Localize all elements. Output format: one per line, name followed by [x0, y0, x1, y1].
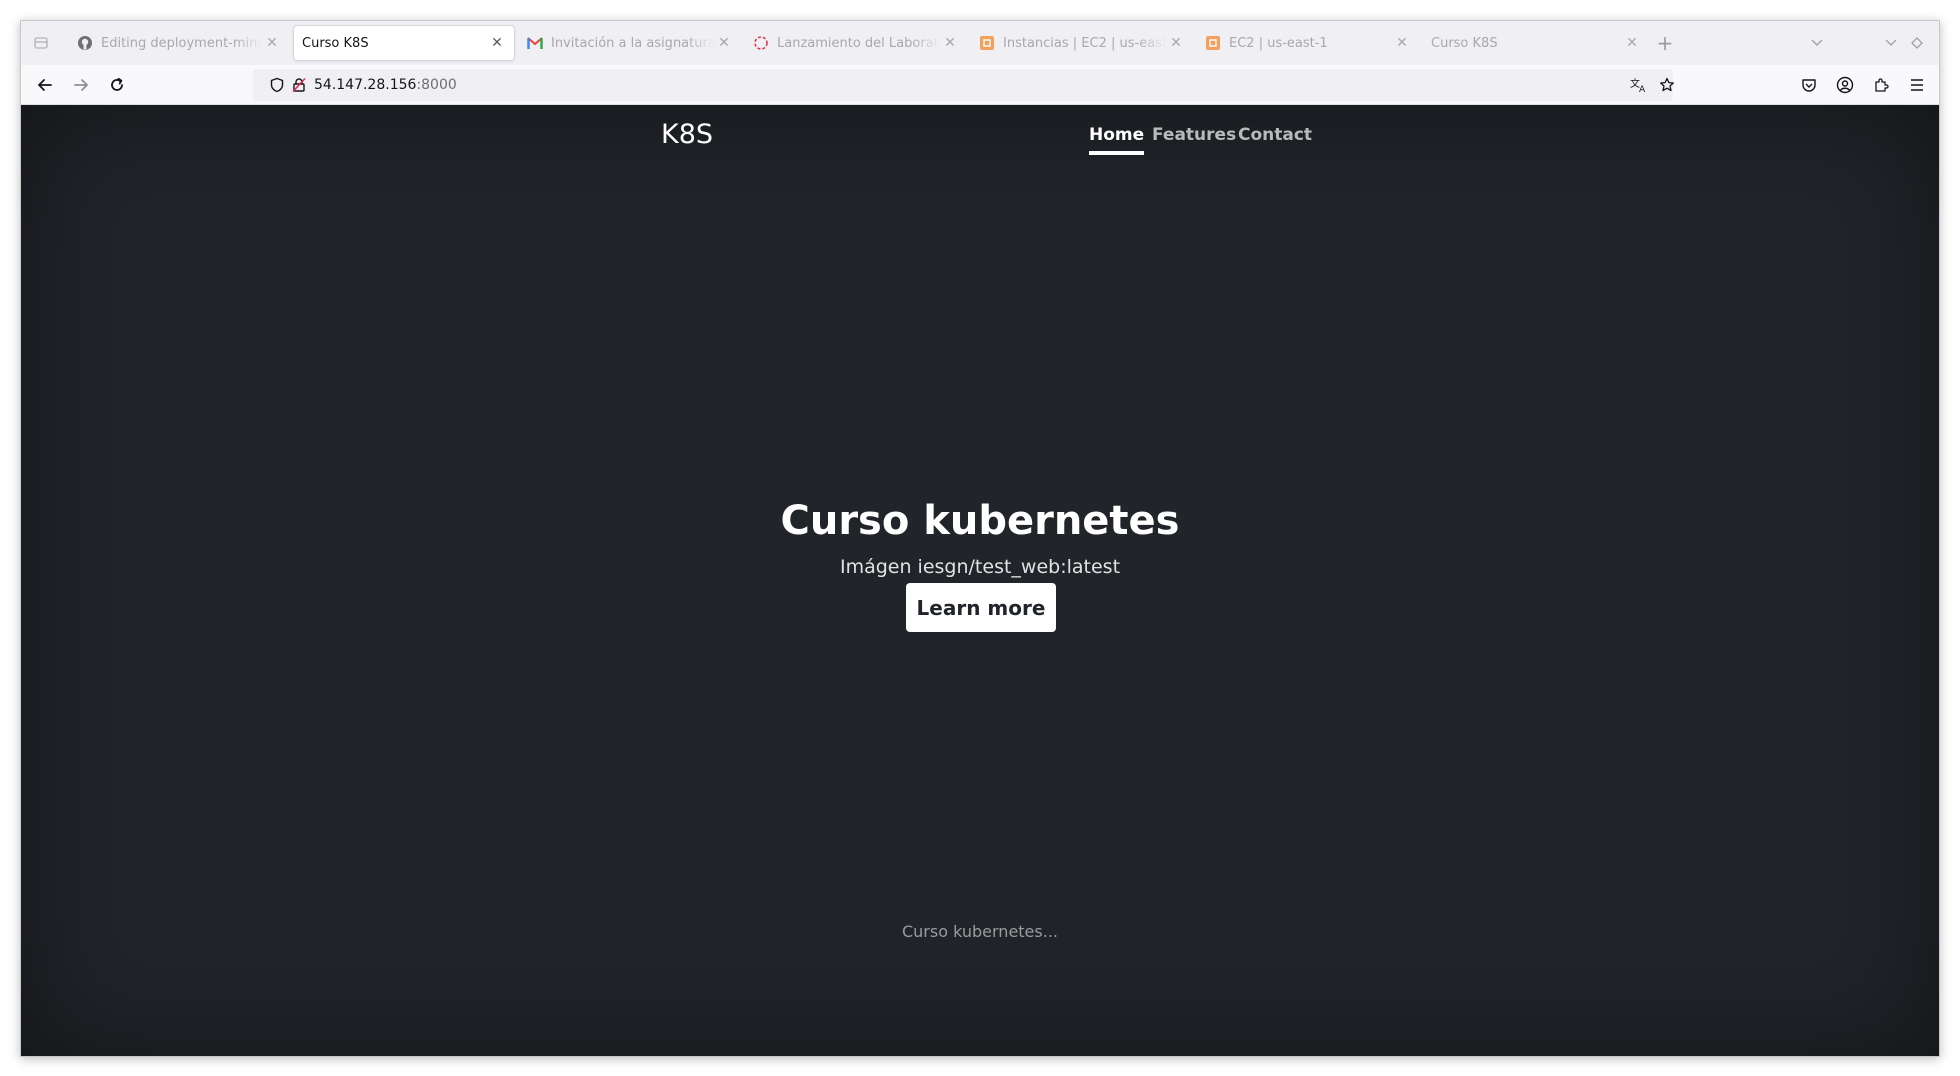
- pocket-icon[interactable]: [1799, 75, 1819, 95]
- tab-title: Invitación a la asignatura: [551, 35, 715, 51]
- tab-title: Instancias | EC2 | us-east-1: [1003, 35, 1167, 51]
- extensions-icon[interactable]: [1871, 75, 1891, 95]
- learn-more-button[interactable]: Learn more: [906, 583, 1056, 632]
- back-icon[interactable]: [31, 71, 59, 99]
- tab-lanzamiento[interactable]: Lanzamiento del Laboratorio ✕: [745, 25, 967, 61]
- tab-title: Curso K8S: [302, 35, 369, 51]
- site-brand[interactable]: K8S: [661, 119, 713, 150]
- minimize-icon[interactable]: [1881, 33, 1901, 53]
- account-icon[interactable]: [1835, 75, 1855, 95]
- tab-instancias-ec2[interactable]: Instancias | EC2 | us-east-1 ✕: [971, 25, 1193, 61]
- footer-text: Curso kubernetes...: [901, 922, 1058, 941]
- firefox-view-icon[interactable]: [29, 31, 53, 55]
- list-all-tabs-icon[interactable]: [1807, 33, 1827, 53]
- tracking-protection-shield-icon[interactable]: [267, 75, 287, 95]
- insecure-connection-lock-icon[interactable]: [289, 75, 309, 95]
- tab-curso-k8s-active[interactable]: Curso K8S ✕: [293, 25, 515, 61]
- tab-editing-deployment[interactable]: Editing deployment-minikube ✕: [69, 25, 289, 61]
- tab-strip: Editing deployment-minikube ✕ Curso K8S …: [21, 21, 1939, 65]
- browser-window: Editing deployment-minikube ✕ Curso K8S …: [20, 20, 1940, 1057]
- close-window-icon[interactable]: ✕: [1933, 33, 1939, 53]
- url-bar[interactable]: 54.147.28.156:8000 文A: [253, 69, 1674, 101]
- tab-ec2[interactable]: EC2 | us-east-1 ✕: [1197, 25, 1419, 61]
- close-icon[interactable]: ✕: [941, 34, 959, 52]
- tab-title: Lanzamiento del Laboratorio: [777, 35, 941, 51]
- tab-curso-k8s[interactable]: Curso K8S ✕: [1423, 25, 1649, 61]
- url-port: :8000: [416, 77, 457, 93]
- reload-icon[interactable]: [103, 71, 131, 99]
- close-icon[interactable]: ✕: [715, 34, 733, 52]
- url-host: 54.147.28.156: [314, 77, 417, 93]
- tab-title: Curso K8S: [1431, 35, 1498, 51]
- menu-icon[interactable]: [1907, 75, 1927, 95]
- tab-title: EC2 | us-east-1: [1229, 35, 1328, 51]
- nav-link-home[interactable]: Home: [1089, 125, 1145, 155]
- svg-text:A: A: [1639, 85, 1646, 93]
- close-icon[interactable]: ✕: [1167, 34, 1185, 52]
- maximize-icon[interactable]: [1907, 33, 1927, 53]
- close-icon[interactable]: ✕: [1623, 34, 1641, 52]
- close-icon[interactable]: ✕: [1393, 34, 1411, 52]
- bookmark-star-icon[interactable]: [1657, 75, 1677, 95]
- nav-link-features[interactable]: Features: [1152, 125, 1236, 151]
- page-content: K8S Home Features Contact Curso kubernet…: [21, 105, 1939, 1056]
- loading-spinner-icon: [753, 35, 769, 51]
- url-text: 54.147.28.156:8000: [314, 77, 457, 93]
- hero-subtitle: Imágen iesgn/test_web:latest: [839, 556, 1121, 578]
- close-icon[interactable]: ✕: [263, 34, 281, 52]
- github-icon: [77, 35, 93, 51]
- translate-icon[interactable]: 文A: [1629, 75, 1649, 95]
- new-tab-button[interactable]: +: [1653, 31, 1677, 55]
- gmail-icon: [527, 35, 543, 51]
- aws-icon: [1205, 35, 1221, 51]
- nav-link-contact[interactable]: Contact: [1238, 125, 1312, 151]
- close-icon[interactable]: ✕: [488, 34, 506, 52]
- tab-title: Editing deployment-minikube: [101, 35, 263, 51]
- forward-icon[interactable]: [67, 71, 95, 99]
- hero-title: Curso kubernetes: [780, 498, 1180, 544]
- aws-icon: [979, 35, 995, 51]
- tab-invitacion[interactable]: Invitación a la asignatura ✕: [519, 25, 741, 61]
- navigation-toolbar: 54.147.28.156:8000 文A: [21, 65, 1939, 105]
